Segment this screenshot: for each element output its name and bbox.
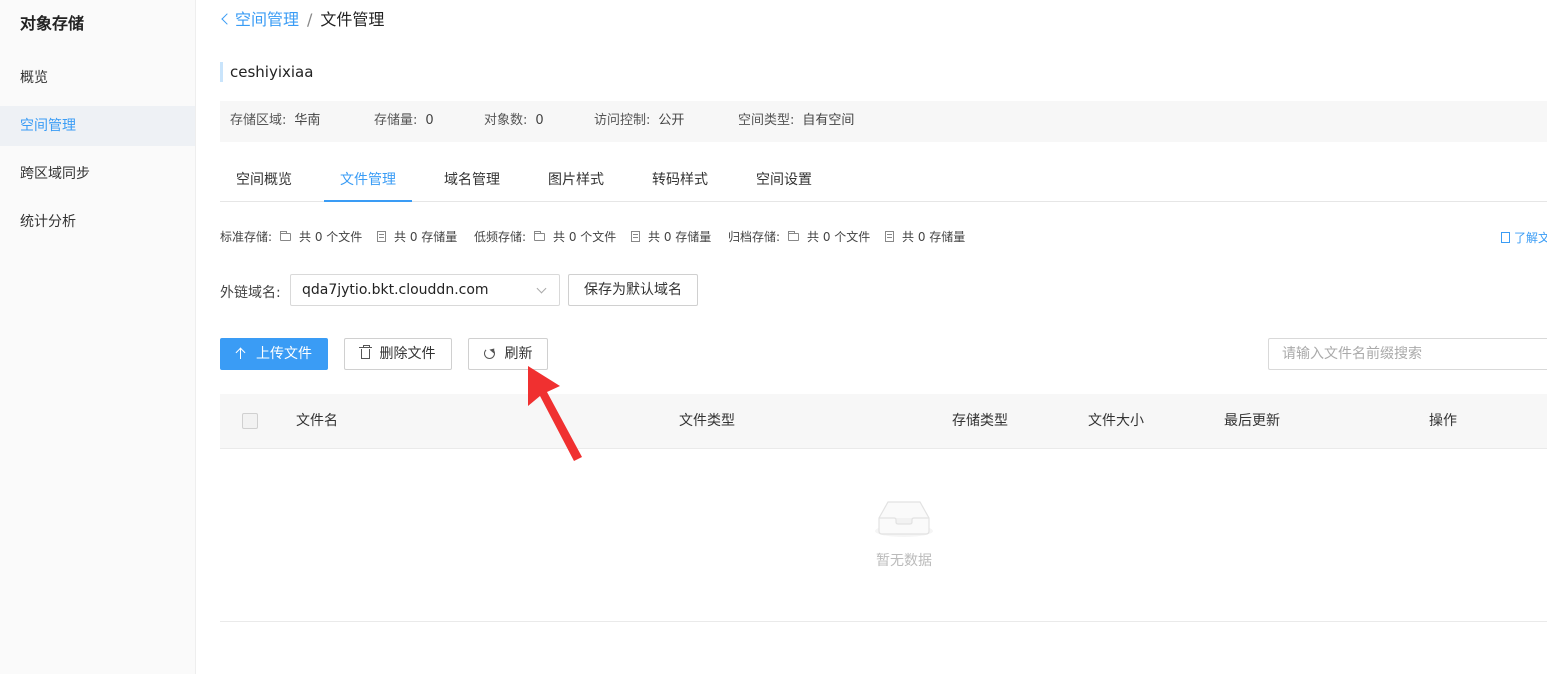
stat-archive-label: 归档存储:	[728, 230, 781, 244]
info-access-value: 公开	[658, 113, 685, 128]
info-region-label: 存储区域:	[230, 113, 287, 128]
info-storage: 存储量: 0	[374, 101, 434, 141]
domain-select[interactable]: qda7jytio.bkt.clouddn.com	[290, 274, 560, 306]
column-header-storage-type: 存储类型	[952, 413, 1008, 429]
sidebar-item-bucket-management[interactable]: 空间管理	[0, 106, 195, 146]
tab-transcode-styles[interactable]: 转码样式	[636, 160, 724, 202]
stat-standard-files-text: 共 0 个文件	[299, 230, 363, 244]
tab-bar: 空间概览 文件管理 域名管理 图片样式 转码样式 空间设置	[220, 160, 1547, 202]
info-type: 空间类型: 自有空间	[738, 101, 854, 141]
tab-image-styles[interactable]: 图片样式	[532, 160, 620, 202]
stat-lowfreq-files-text: 共 0 个文件	[553, 230, 617, 244]
info-objects-value: 0	[535, 113, 544, 128]
folder-icon	[534, 231, 545, 241]
sidebar: 对象存储 概览 空间管理 跨区域同步 统计分析	[0, 0, 196, 674]
stat-archive-files: 共 0 个文件	[788, 228, 870, 246]
table-bottom-divider	[220, 621, 1547, 622]
storage-icon	[377, 231, 386, 242]
domain-label: 外链域名:	[220, 285, 281, 301]
folder-icon	[788, 231, 799, 241]
arrow-up-icon	[236, 347, 246, 359]
info-access: 访问控制: 公开	[594, 101, 684, 141]
bucket-name: ceshiyixiaa	[220, 62, 313, 82]
stat-lowfreq-files: 共 0 个文件	[534, 228, 616, 246]
column-header-actions: 操作	[1429, 413, 1457, 429]
storage-icon	[631, 231, 640, 242]
stat-standard-size-text: 共 0 存储量	[394, 230, 458, 244]
info-region: 存储区域: 华南	[230, 101, 320, 141]
stat-standard-files: 共 0 个文件	[280, 228, 362, 246]
domain-select-value: qda7jytio.bkt.clouddn.com	[302, 282, 489, 298]
empty-inbox-icon	[875, 501, 933, 537]
sidebar-item-overview[interactable]: 概览	[0, 58, 195, 98]
info-region-value: 华南	[294, 113, 321, 128]
chevron-left-icon	[221, 13, 233, 25]
document-icon	[1501, 232, 1510, 243]
info-objects-label: 对象数:	[484, 113, 528, 128]
stat-standard-size: 共 0 存储量	[377, 228, 457, 246]
breadcrumb-back-label: 空间管理	[235, 10, 300, 29]
upload-file-button[interactable]: 上传文件	[220, 338, 328, 370]
sidebar-item-statistics[interactable]: 统计分析	[0, 202, 195, 242]
stat-lowfreq-size: 共 0 存储量	[631, 228, 711, 246]
info-storage-label: 存储量:	[374, 113, 418, 128]
search-input[interactable]	[1268, 338, 1547, 370]
annotation-arrow-icon	[528, 366, 582, 461]
info-type-label: 空间类型:	[738, 113, 795, 128]
save-default-domain-button[interactable]: 保存为默认域名	[568, 274, 698, 306]
breadcrumb-separator: /	[307, 10, 313, 29]
column-header-file-size: 文件大小	[1088, 413, 1144, 429]
select-all-checkbox[interactable]	[242, 413, 258, 429]
storage-icon	[885, 231, 894, 242]
folder-icon	[280, 231, 291, 241]
table-header: 文件名 文件类型 存储类型 文件大小 最后更新 操作	[220, 394, 1547, 449]
bucket-info-bar: 存储区域: 华南 存储量: 0 对象数: 0 访问控制: 公开 空间类型: 自有空间	[220, 101, 1547, 142]
refresh-icon	[483, 348, 495, 359]
upload-file-label: 上传文件	[256, 346, 312, 362]
tab-bucket-settings[interactable]: 空间设置	[740, 160, 828, 202]
breadcrumb-current: 文件管理	[320, 10, 385, 29]
stat-archive-size-text: 共 0 存储量	[902, 230, 966, 244]
column-header-filetype: 文件类型	[679, 413, 735, 429]
trash-icon	[358, 345, 372, 359]
learn-more-link[interactable]: 了解文	[1501, 229, 1547, 246]
stat-standard-label: 标准存储:	[220, 230, 273, 244]
breadcrumb: 空间管理 / 文件管理	[220, 9, 384, 31]
delete-file-button[interactable]: 删除文件	[344, 338, 452, 370]
empty-state-text: 暂无数据	[876, 553, 932, 569]
info-storage-value: 0	[425, 113, 434, 128]
info-access-label: 访问控制:	[594, 113, 651, 128]
tab-file-management[interactable]: 文件管理	[324, 160, 412, 202]
stat-archive-files-text: 共 0 个文件	[807, 230, 871, 244]
info-objects: 对象数: 0	[484, 101, 544, 141]
sidebar-title: 对象存储	[20, 14, 85, 33]
stat-lowfreq-label: 低频存储:	[474, 230, 527, 244]
chevron-down-icon	[536, 283, 547, 294]
tab-domain-management[interactable]: 域名管理	[428, 160, 516, 202]
info-type-value: 自有空间	[802, 113, 855, 128]
tab-bucket-overview[interactable]: 空间概览	[220, 160, 308, 202]
sidebar-item-cross-region-sync[interactable]: 跨区域同步	[0, 154, 195, 194]
learn-more-text: 了解文	[1514, 231, 1547, 245]
delete-file-label: 删除文件	[379, 346, 436, 362]
column-header-filename: 文件名	[296, 413, 338, 429]
stat-lowfreq-size-text: 共 0 存储量	[648, 230, 712, 244]
main-content: 空间管理 / 文件管理 ceshiyixiaa 存储区域: 华南 存储量: 0 对象数:…	[220, 0, 1547, 674]
column-header-last-updated: 最后更新	[1224, 413, 1280, 429]
breadcrumb-back-link[interactable]: 空间管理	[220, 10, 299, 29]
stat-archive-size: 共 0 存储量	[885, 228, 965, 246]
